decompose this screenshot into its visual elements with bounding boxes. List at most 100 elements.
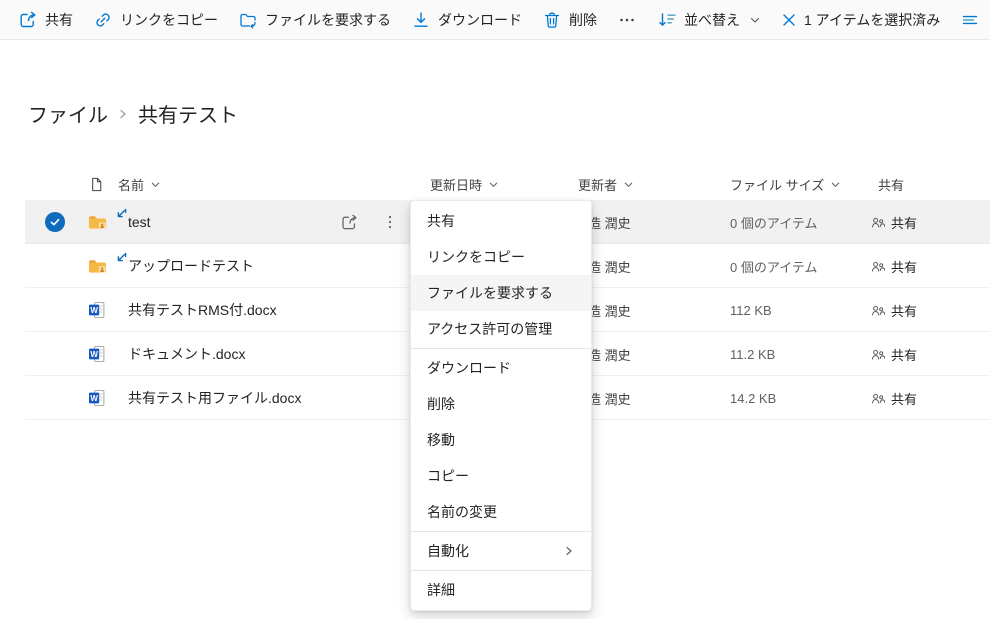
sharing-status-label: 共有 <box>891 213 917 232</box>
modified-by: 造 潤史 <box>588 244 631 288</box>
chevron-down-icon <box>623 179 634 190</box>
word-file-icon: W <box>87 288 107 332</box>
selection-count-label: 1 アイテムを選択済み <box>804 10 940 30</box>
word-file-icon: W <box>87 332 107 376</box>
people-icon <box>870 303 885 318</box>
svg-text:W: W <box>90 350 98 359</box>
file-size: 112 KB <box>730 288 772 332</box>
check-circle-icon <box>45 212 65 232</box>
delete-icon <box>542 10 562 30</box>
column-header-sharing[interactable]: 共有 <box>878 168 904 200</box>
download-button[interactable]: ダウンロード <box>401 4 532 36</box>
modified-by: 造 潤史 <box>588 376 631 420</box>
column-header-name[interactable]: 名前 <box>118 168 161 200</box>
file-size: 11.2 KB <box>730 332 775 376</box>
new-indicator-icon <box>115 251 127 269</box>
sharing-status[interactable]: 共有 <box>870 244 917 288</box>
onedrive-file-browser: 共有 リンクをコピー ファイルを要求する <box>0 0 990 619</box>
sharing-status[interactable]: 共有 <box>870 200 917 244</box>
sharing-status-label: 共有 <box>891 257 917 276</box>
sharing-status[interactable]: 共有 <box>870 332 917 376</box>
breadcrumb-files[interactable]: ファイル <box>28 99 108 128</box>
file-type-column-icon[interactable] <box>88 168 105 200</box>
file-size: 0 個のアイテム <box>730 244 818 288</box>
menu-item-details[interactable]: 詳細 <box>411 572 591 608</box>
menu-item-share[interactable]: 共有 <box>411 203 591 239</box>
file-size: 14.2 KB <box>730 376 776 420</box>
menu-item-download[interactable]: ダウンロード <box>411 350 591 386</box>
shared-folder-icon <box>87 200 108 244</box>
people-icon <box>870 391 885 406</box>
menu-divider <box>411 348 591 349</box>
sharing-status[interactable]: 共有 <box>870 376 917 420</box>
menu-item-automate[interactable]: 自動化 <box>411 533 591 569</box>
copy-link-button[interactable]: リンクをコピー <box>83 4 228 36</box>
menu-item-request-files[interactable]: ファイルを要求する <box>411 275 591 311</box>
more-icon <box>617 10 637 30</box>
svg-text:W: W <box>90 306 98 315</box>
command-bar: 共有 リンクをコピー ファイルを要求する <box>0 0 990 40</box>
breadcrumb-chevron-icon <box>116 107 130 121</box>
people-icon <box>870 215 885 230</box>
download-icon <box>411 10 431 30</box>
file-name[interactable]: ドキュメント.docx <box>128 332 245 376</box>
share-button-label: 共有 <box>45 10 73 30</box>
copy-link-button-label: リンクをコピー <box>120 10 218 30</box>
row-more-icon[interactable] <box>382 200 398 244</box>
sharing-status-label: 共有 <box>891 301 917 320</box>
column-header-modified-by[interactable]: 更新者 <box>578 168 634 200</box>
menu-divider <box>411 531 591 532</box>
people-icon <box>870 347 885 362</box>
clear-selection-button[interactable]: 1 アイテムを選択済み <box>771 4 950 36</box>
chevron-right-icon <box>563 545 575 557</box>
modified-by: 造 潤史 <box>588 200 631 244</box>
row-selected-checkbox[interactable] <box>37 200 73 244</box>
column-header-modified[interactable]: 更新日時 <box>430 168 499 200</box>
shared-folder-icon <box>87 244 108 288</box>
menu-item-manage-access[interactable]: アクセス許可の管理 <box>411 311 591 347</box>
new-indicator-icon <box>115 207 127 225</box>
download-button-label: ダウンロード <box>438 10 522 30</box>
file-name[interactable]: アップロードテスト <box>128 244 254 288</box>
chevron-down-icon <box>488 179 499 190</box>
share-button[interactable]: 共有 <box>8 4 83 36</box>
file-size: 0 個のアイテム <box>730 200 818 244</box>
sort-button[interactable]: 並べ替え <box>647 4 771 36</box>
sharing-status-label: 共有 <box>891 345 917 364</box>
file-name[interactable]: test <box>128 200 151 244</box>
sharing-status[interactable]: 共有 <box>870 288 917 332</box>
link-icon <box>93 10 113 30</box>
more-commands-button[interactable] <box>607 4 647 36</box>
breadcrumb-current-folder[interactable]: 共有テスト <box>138 99 238 128</box>
modified-by: 造 潤史 <box>588 288 631 332</box>
delete-button[interactable]: 削除 <box>532 4 607 36</box>
menu-item-move[interactable]: 移動 <box>411 422 591 458</box>
view-options-button[interactable] <box>950 4 990 36</box>
request-files-button-label: ファイルを要求する <box>265 10 391 30</box>
chevron-down-icon <box>150 179 161 190</box>
menu-item-rename[interactable]: 名前の変更 <box>411 494 591 530</box>
context-menu: 共有 リンクをコピー ファイルを要求する アクセス許可の管理 ダウンロード 削除… <box>410 200 592 611</box>
row-share-icon[interactable] <box>340 200 359 244</box>
svg-text:W: W <box>90 394 98 403</box>
column-header-file-size[interactable]: ファイル サイズ <box>730 168 841 200</box>
menu-item-delete[interactable]: 削除 <box>411 386 591 422</box>
word-file-icon: W <box>87 376 107 420</box>
chevron-down-icon <box>830 179 841 190</box>
chevron-down-icon <box>749 14 761 26</box>
request-files-icon <box>238 10 258 30</box>
file-name[interactable]: 共有テスト用ファイル.docx <box>128 376 301 420</box>
delete-button-label: 削除 <box>569 10 597 30</box>
menu-item-copy-link[interactable]: リンクをコピー <box>411 239 591 275</box>
dismiss-icon <box>781 12 797 28</box>
file-name[interactable]: 共有テストRMS付.docx <box>128 288 277 332</box>
share-icon <box>18 10 38 30</box>
sort-button-label: 並べ替え <box>684 10 740 30</box>
breadcrumb: ファイル 共有テスト <box>28 99 238 128</box>
menu-item-copy[interactable]: コピー <box>411 458 591 494</box>
table-header: 名前 更新日時 更新者 ファイル サイズ 共有 <box>25 168 990 200</box>
view-list-icon <box>960 10 980 30</box>
sort-icon <box>657 10 677 30</box>
people-icon <box>870 259 885 274</box>
request-files-button[interactable]: ファイルを要求する <box>228 4 401 36</box>
